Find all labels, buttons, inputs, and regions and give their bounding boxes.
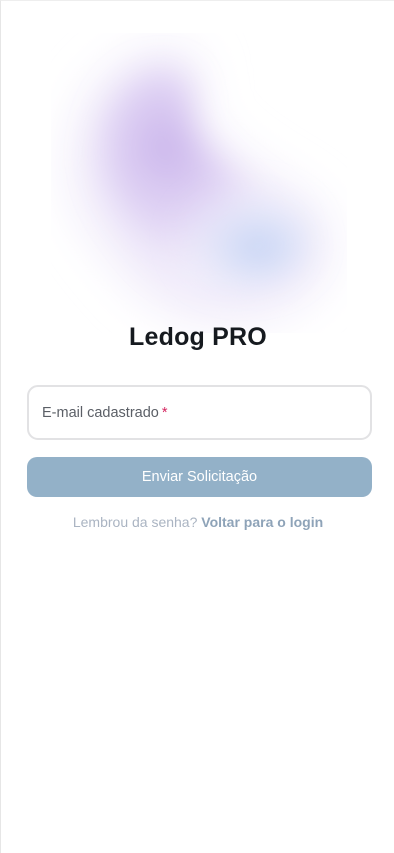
required-marker: * [161, 404, 168, 421]
forgot-password-screen: Ledog PRO E-mail cadastrado * Enviar Sol… [0, 0, 394, 853]
back-to-login-link[interactable]: Voltar para o login [201, 514, 323, 530]
decorative-gradient-blob [51, 33, 347, 333]
remember-password-text: Lembrou da senha? [72, 514, 198, 530]
email-field[interactable]: E-mail cadastrado * [27, 385, 372, 440]
submit-request-button[interactable]: Enviar Solicitação [27, 457, 372, 497]
email-field-label: E-mail cadastrado [42, 404, 159, 421]
app-title: Ledog PRO [129, 323, 267, 351]
back-to-login-line: Lembrou da senha? Voltar para o login [1, 514, 394, 530]
